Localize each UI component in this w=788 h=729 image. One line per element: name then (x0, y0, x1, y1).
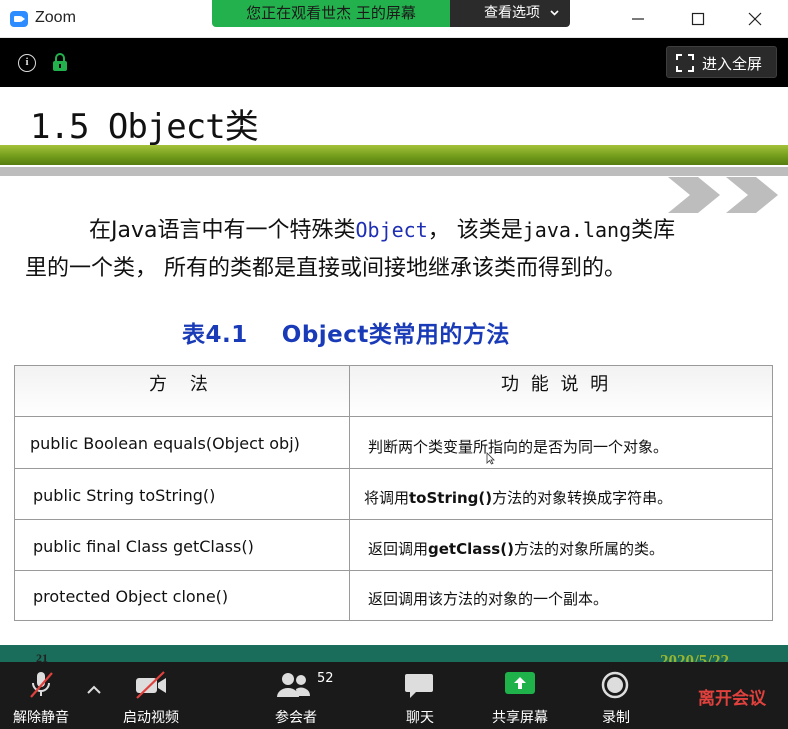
table-row-method: protected Object clone() (33, 587, 229, 606)
muted-microphone-icon (30, 672, 53, 698)
chevron-right-icon (668, 177, 720, 213)
leave-meeting-button[interactable]: 离开会议 (698, 684, 766, 709)
participants-label: 参会者 (275, 710, 317, 726)
unmute-button[interactable]: 解除静音 (0, 662, 82, 729)
slide-divider (0, 167, 788, 176)
maximize-icon[interactable] (687, 8, 709, 30)
intro-text: 类库 (631, 218, 676, 243)
mouse-cursor-icon (486, 452, 495, 465)
view-options-label: 查看选项 (484, 5, 540, 21)
minimize-icon[interactable] (627, 8, 649, 30)
record-button[interactable]: 录制 (592, 662, 640, 729)
info-icon[interactable]: i (18, 54, 36, 72)
intro-text: ， 该类是 (427, 218, 523, 243)
window-titlebar: Zoom 您正在观看世杰 王的屏幕 查看选项 (0, 0, 788, 38)
start-video-button[interactable]: 启动视频 (112, 662, 190, 729)
meeting-toolbar: 解除静音 启动视频 参会者 52 聊天 共享屏幕 录制 离开会议 (0, 662, 788, 729)
intro-object-keyword: Object (355, 218, 428, 242)
table-caption: 表4.1 Object类常用的方法 (182, 322, 510, 348)
chat-bubble-icon (405, 674, 433, 698)
table-row-description: 判断两个类变量所指向的是否为同一个对象。 (368, 438, 669, 456)
view-options-button[interactable]: 查看选项 (450, 0, 570, 27)
record-icon (601, 671, 629, 699)
table-row-description: 返回调用该方法的对象的一个副本。 (368, 590, 609, 608)
table-row-method: public final Class getClass() (33, 537, 254, 556)
record-label: 录制 (602, 710, 630, 726)
table-header-row: 方 法 功 能 说 明 (15, 366, 772, 417)
share-screen-button[interactable]: 共享屏幕 (488, 662, 552, 729)
table-header-method: 方 法 (149, 374, 208, 395)
chat-button[interactable]: 聊天 (396, 662, 444, 729)
meeting-top-bar: i 进入全屏 (0, 38, 788, 87)
share-screen-label: 共享屏幕 (492, 710, 548, 726)
enter-fullscreen-button[interactable]: 进入全屏 (666, 46, 777, 78)
unmute-label: 解除静音 (13, 710, 69, 726)
methods-table: 方 法 功 能 说 明 public Boolean equals(Object… (14, 365, 773, 621)
participants-icon (277, 673, 311, 697)
window-title: Zoom (35, 9, 76, 26)
shared-screen-slide: 1.5 Object类 在Java语言中有一个特殊类Object， 该类是jav… (0, 87, 788, 662)
intro-text: 在Java语言中有一个特殊类 (89, 218, 356, 243)
intro-line-2: 里的一个类， 所有的类都是直接或间接地继承该类而得到的。 (25, 256, 626, 281)
fullscreen-label: 进入全屏 (702, 55, 763, 73)
start-video-label: 启动视频 (123, 710, 179, 726)
video-off-icon (136, 671, 166, 699)
chevron-right-icon (726, 177, 778, 213)
slide-title-bar (0, 145, 788, 165)
intro-package-name: java.lang (522, 218, 632, 242)
slide-intro-paragraph: 在Java语言中有一个特殊类Object， 该类是java.lang类库 里的一… (25, 211, 765, 288)
table-row-description: 返回调用getClass()方法的对象所属的类。 (368, 540, 664, 558)
fullscreen-icon (676, 54, 694, 72)
table-row-method: public Boolean equals(Object obj) (30, 434, 300, 453)
table-header-description: 功 能 说 明 (501, 374, 612, 395)
table-row-method: public String toString() (33, 486, 216, 505)
participants-count: 52 (317, 671, 334, 686)
chevron-up-icon[interactable] (86, 684, 102, 696)
close-icon[interactable] (744, 8, 766, 30)
slide-date: 2020/5/22 (660, 651, 729, 662)
share-screen-icon (505, 672, 535, 694)
zoom-logo-icon (10, 11, 28, 27)
slide-page-number: 21 (36, 651, 48, 662)
screen-share-banner: 您正在观看世杰 王的屏幕 (212, 0, 450, 27)
slide-title: 1.5 Object类 (30, 107, 259, 147)
table-row-description: 将调用toString()方法的对象转换成字符串。 (364, 489, 673, 507)
encryption-lock-icon[interactable] (52, 52, 68, 72)
chevron-down-icon (550, 10, 559, 16)
chat-label: 聊天 (406, 710, 434, 726)
